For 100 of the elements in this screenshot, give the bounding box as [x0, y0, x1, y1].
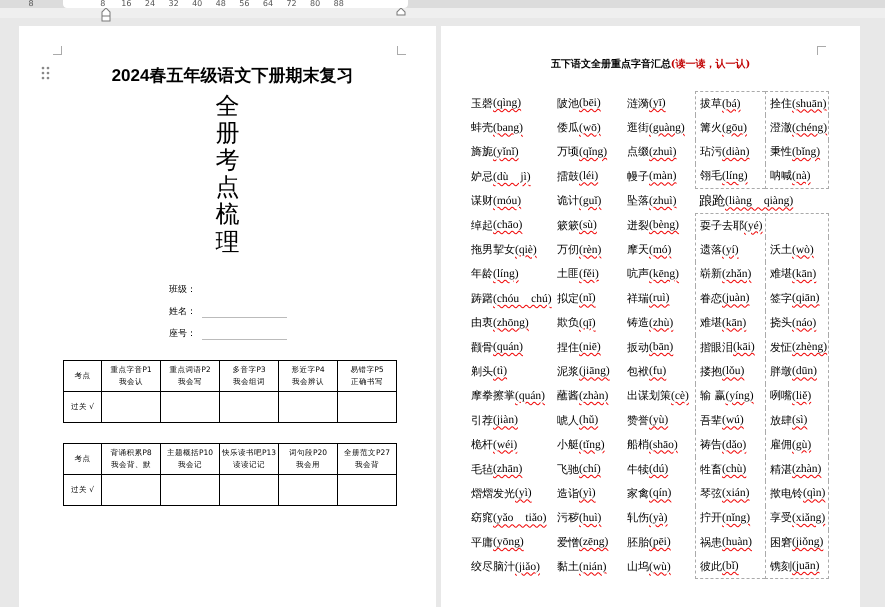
word-entry: 呐喊(nà)	[765, 164, 829, 189]
word-entry: 彼此(bǐ)	[695, 554, 765, 579]
word-entry: 揿电铃(qìn)	[765, 481, 829, 506]
word-entry: 祷告(dǎo)	[695, 432, 765, 457]
fill-in-line[interactable]	[202, 316, 287, 318]
word-entry: 颧骨(quán)	[470, 340, 524, 356]
form-label: 座号：	[169, 328, 196, 340]
table-cell	[220, 474, 278, 506]
drag-handle-icon[interactable]	[41, 66, 50, 80]
word-entry: 搂抱(lǒu)	[695, 359, 765, 384]
ruler-number: 72	[285, 0, 298, 8]
word-entry: 陂池(bēi)	[556, 96, 602, 112]
table-cell	[102, 474, 160, 506]
word-entry: 妒忌(dù jì)	[470, 168, 532, 185]
word-entry: 爱憎(zēng)	[556, 534, 610, 551]
word-entry: 胖墩(dūn)	[765, 359, 829, 384]
word-entry: 遗落(yí)	[695, 237, 765, 262]
word-entry: 玉磬(qìng)	[470, 96, 522, 112]
word-entry: 簌簌(sù)	[556, 218, 598, 234]
ruler-number: 8	[99, 0, 106, 8]
table-cell	[160, 474, 220, 506]
ruler-number: 24	[144, 0, 156, 8]
word-entry: 逛街(guàng)	[626, 120, 686, 136]
word-entry: 吭声(kēng)	[626, 266, 680, 282]
word-entry: 欺负(qī)	[556, 315, 597, 332]
word-entry: 镌刻(juān)	[765, 554, 829, 579]
word-entry: 黏土(nián)	[556, 559, 608, 576]
word-entry: 万仞(rèn)	[556, 242, 602, 258]
word-entry: 输 赢(yíng)	[695, 384, 765, 408]
word-entry: 窈窕(yǎo tiǎo)	[470, 510, 548, 526]
document-title: 2024春五年级语文下册期末复习	[110, 65, 354, 87]
word-entry: 山坞(wù)	[626, 559, 672, 576]
word-entry: 擂鼓(léi)	[556, 168, 600, 185]
word-entry: 享受(xiǎng)	[765, 506, 829, 530]
word-entry: 铸造(zhù)	[626, 315, 674, 332]
form-label: 班级：	[169, 284, 196, 296]
word-entry: 沃土(wò)	[765, 237, 829, 262]
word-entry: 点缀(zhuì)	[626, 144, 678, 160]
word-entry: 胚胎(pēi)	[626, 534, 672, 551]
word-entry: 扳动(bān)	[626, 340, 674, 356]
word-entry: 万顷(qǐng)	[556, 144, 608, 160]
word-entry: 发怔(zhèng)	[765, 334, 829, 360]
page-heading: 五下语文全册重点字音汇总	[550, 59, 671, 70]
word-entry: 拧开(nǐng)	[695, 506, 765, 530]
word-entry: 拖男挈女(qiè)	[470, 242, 538, 258]
word-entry: 难堪(kān)	[695, 310, 765, 335]
word-entry: 涟漪(yī)	[626, 96, 667, 112]
empty-cell	[765, 212, 829, 238]
word-entry: 飞驰(chí)	[556, 462, 602, 478]
word-entry: 幔子(màn)	[626, 168, 678, 185]
word-entry: 放肆(sì)	[765, 408, 829, 432]
word-entry: 精湛(zhàn)	[765, 456, 829, 482]
ruler-number: 64	[262, 0, 274, 8]
word-entry: 祥瑞(ruì)	[626, 290, 670, 307]
word-entry: 签字(qiān)	[765, 286, 829, 311]
ruler-number: 32	[167, 0, 180, 8]
ruler-number: 40	[191, 0, 204, 8]
word-entry: 绰起(chāo)	[470, 218, 524, 234]
table-cell	[338, 391, 396, 422]
word-entry: 绞尽脑汁(jiǎo)	[470, 559, 541, 576]
word-entry: 小艇(tǐng)	[556, 437, 606, 454]
fill-in-line[interactable]	[202, 338, 287, 340]
word-entry: 祸患(huàn)	[695, 530, 765, 554]
table-cell	[338, 474, 396, 506]
word-entry: 蘸酱(zhàn)	[556, 388, 610, 404]
ruler-number: 8	[27, 0, 35, 8]
ruler-number: 80	[309, 0, 322, 8]
word-entry: 咧嘴(liě)	[765, 384, 829, 408]
word-entry: 泥浆(jiāng)	[556, 364, 611, 380]
word-entry: 赞誉(yù)	[626, 412, 670, 429]
table-cell	[278, 391, 338, 422]
word-entry: 拟定(nǐ)	[556, 290, 597, 307]
word-entry: 由衷(zhōng)	[470, 315, 530, 332]
ruler-number: 48	[214, 0, 227, 8]
word-entry: 困窘(jiǒng)	[765, 530, 829, 554]
heading-note: (读一读，认一认)	[670, 59, 750, 70]
word-entry: 耍子去耶(yé)	[695, 212, 765, 238]
word-entry: 崭新(zhǎn)	[695, 262, 765, 286]
word-entry: 桅杆(wéi)	[470, 437, 518, 454]
table-cell	[220, 391, 278, 422]
word-entry: 捏住(niē)	[556, 340, 602, 356]
word-entry: 毛毡(zhān)	[470, 462, 524, 478]
word-entry: 船梢(shāo)	[626, 437, 679, 454]
word-entry: 秉性(bǐng)	[765, 140, 829, 164]
word-entry: 诡计(guǐ)	[556, 193, 602, 210]
word-entry: 篝火(gōu)	[695, 115, 765, 140]
word-entry: 拴住(shuān)	[765, 91, 829, 116]
word-entry: 引荐(jiàn)	[470, 412, 519, 429]
word-entry: 熠熠发光(yì)	[470, 486, 533, 502]
table-cell	[278, 474, 338, 506]
word-entry: 唬人(hǔ)	[556, 412, 600, 429]
word-entry: 牲畜(chù)	[695, 456, 765, 482]
word-entry: 雇佣(gù)	[765, 432, 829, 457]
word-entry: 污秽(huì)	[556, 510, 602, 526]
word-entry: 迸裂(bèng)	[626, 218, 680, 234]
word-entry: 拔草(bá)	[695, 91, 765, 116]
word-entry: 澄澈(chéng)	[765, 115, 829, 140]
word-entry: 摩拳擦掌(quán)	[470, 388, 546, 404]
ruler-number: 88	[332, 0, 345, 8]
indent-marker-icon[interactable]	[101, 8, 111, 22]
